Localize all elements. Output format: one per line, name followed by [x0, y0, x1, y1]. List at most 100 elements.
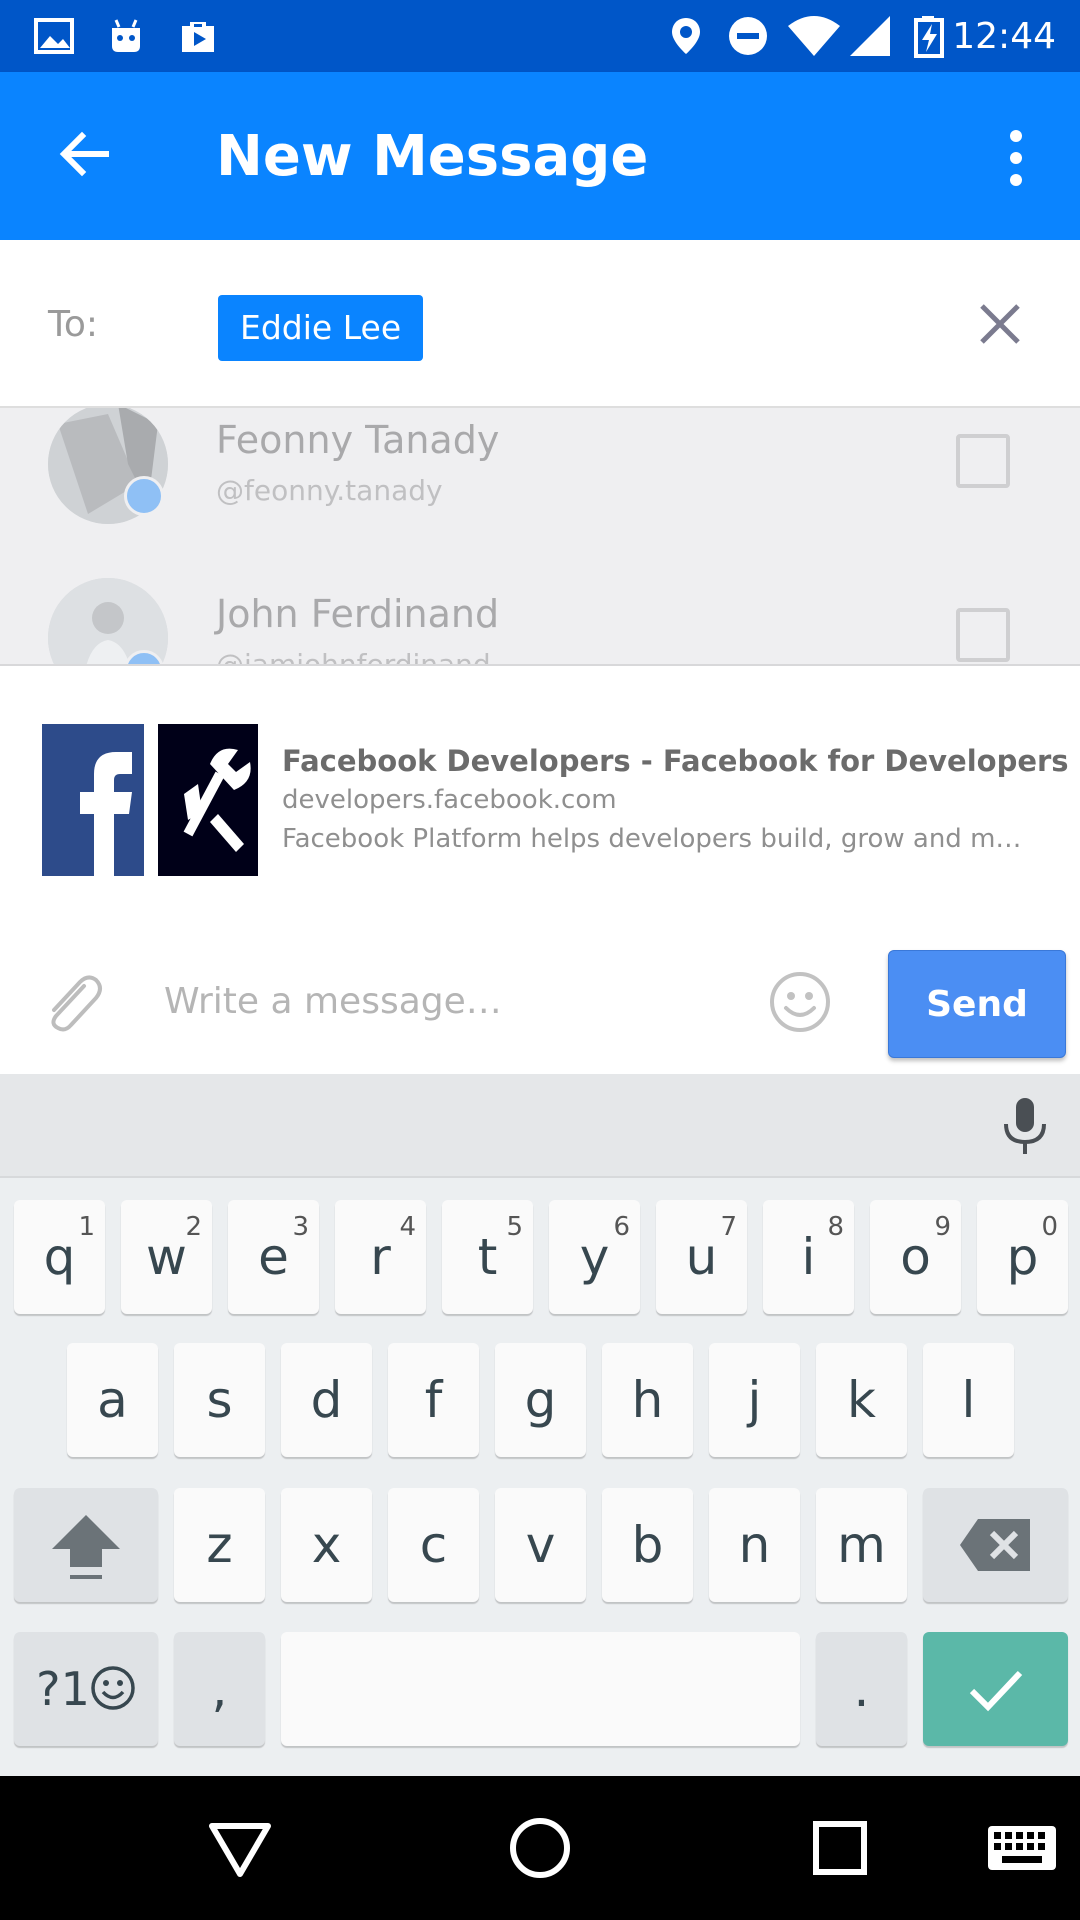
space-key[interactable] [281, 1632, 800, 1746]
key-i[interactable]: i8 [763, 1200, 854, 1314]
composer: Send [0, 916, 1080, 1074]
paperclip-icon[interactable] [38, 970, 106, 1038]
key-label: q [43, 1228, 76, 1286]
contact-item[interactable]: Feonny Tanady @feonny.tanady [0, 408, 1080, 572]
image-icon [34, 18, 74, 54]
key-q[interactable]: q1 [14, 1200, 105, 1314]
key-label: i [801, 1228, 816, 1286]
contact-name: Feonny Tanady [216, 418, 500, 462]
key-label: y [579, 1228, 610, 1286]
keyboard-suggestion-strip [0, 1074, 1080, 1178]
keyboard: q1 w2 e3 r4 t5 y6 u7 i8 o9 p0 a s d f g … [0, 1178, 1080, 1776]
key-hint: 6 [613, 1212, 630, 1242]
key-h[interactable]: h [602, 1343, 693, 1457]
key-f[interactable]: f [388, 1343, 479, 1457]
message-input[interactable] [164, 966, 724, 1036]
key-x[interactable]: x [281, 1488, 372, 1602]
send-button[interactable]: Send [888, 950, 1066, 1058]
key-s[interactable]: s [174, 1343, 265, 1457]
key-label: w [146, 1228, 187, 1286]
key-label: p [1006, 1228, 1039, 1286]
key-m[interactable]: m [816, 1488, 907, 1602]
key-n[interactable]: n [709, 1488, 800, 1602]
key-label: t [477, 1228, 498, 1286]
wifi-icon [788, 16, 840, 56]
link-domain: developers.facebook.com [282, 785, 617, 815]
comma-key[interactable]: , [174, 1632, 265, 1746]
key-w[interactable]: w2 [121, 1200, 212, 1314]
key-label: u [685, 1228, 718, 1286]
key-e[interactable]: e3 [228, 1200, 319, 1314]
key-hint: 2 [185, 1212, 202, 1242]
messenger-badge-icon [124, 476, 164, 516]
microphone-icon[interactable] [1000, 1096, 1050, 1158]
home-circle-icon[interactable] [504, 1812, 576, 1884]
done-key[interactable] [923, 1632, 1068, 1746]
contact-checkbox[interactable] [956, 434, 1010, 488]
key-z[interactable]: z [174, 1488, 265, 1602]
app-bar: New Message [0, 72, 1080, 240]
shift-key[interactable] [14, 1488, 158, 1602]
recents-square-icon[interactable] [804, 1812, 876, 1884]
key-d[interactable]: d [281, 1343, 372, 1457]
key-u[interactable]: u7 [656, 1200, 747, 1314]
more-vert-icon[interactable] [992, 128, 1040, 188]
key-y[interactable]: y6 [549, 1200, 640, 1314]
contact-list: Feonny Tanady @feonny.tanady John Ferdin… [0, 408, 1080, 666]
symbols-key[interactable]: ?1 [14, 1632, 158, 1746]
key-a[interactable]: a [67, 1343, 158, 1457]
signal-icon [850, 16, 890, 56]
navigation-bar [0, 1776, 1080, 1920]
contact-name: John Ferdinand [216, 592, 500, 636]
key-label: r [370, 1228, 391, 1286]
recipient-chip[interactable]: Eddie Lee [218, 295, 424, 361]
android-icon [112, 19, 140, 52]
key-l[interactable]: l [923, 1343, 1014, 1457]
key-v[interactable]: v [495, 1488, 586, 1602]
symbols-label: ?1 [36, 1662, 90, 1716]
play-store-icon [182, 22, 214, 52]
smiley-icon[interactable] [768, 970, 832, 1034]
shift-icon [52, 1515, 120, 1579]
key-j[interactable]: j [709, 1343, 800, 1457]
status-bar: 12:44 [0, 0, 1080, 72]
key-hint: 3 [292, 1212, 309, 1242]
key-b[interactable]: b [602, 1488, 693, 1602]
emoji-icon [91, 1666, 135, 1710]
link-preview[interactable]: Facebook Developers - Facebook for Devel… [0, 666, 1080, 916]
key-o[interactable]: o9 [870, 1200, 961, 1314]
key-k[interactable]: k [816, 1343, 907, 1457]
key-label: o [900, 1228, 931, 1286]
link-title: Facebook Developers - Facebook for Devel… [282, 744, 1069, 778]
do-not-disturb-icon [729, 17, 767, 55]
key-hint: 4 [399, 1212, 416, 1242]
key-c[interactable]: c [388, 1488, 479, 1602]
period-key[interactable]: . [816, 1632, 907, 1746]
contact-checkbox[interactable] [956, 608, 1010, 662]
key-hint: 8 [827, 1212, 844, 1242]
key-p[interactable]: p0 [977, 1200, 1068, 1314]
keyboard-icon[interactable] [984, 1812, 1060, 1884]
key-hint: 5 [506, 1212, 523, 1242]
recipient-row: To: Eddie Lee [0, 240, 1080, 408]
backspace-icon [959, 1519, 1030, 1571]
close-icon[interactable] [976, 300, 1024, 348]
key-r[interactable]: r4 [335, 1200, 426, 1314]
to-label: To: [48, 304, 99, 345]
key-g[interactable]: g [495, 1343, 586, 1457]
key-hint: 7 [720, 1212, 737, 1242]
arrow-left-icon[interactable] [52, 122, 116, 186]
key-t[interactable]: t5 [442, 1200, 533, 1314]
developer-tools-icon [158, 724, 258, 876]
key-hint: 9 [934, 1212, 951, 1242]
page-title: New Message [216, 124, 649, 189]
battery-charging-icon [914, 16, 944, 58]
checkmark-icon [969, 1670, 1022, 1712]
backspace-key[interactable] [923, 1488, 1068, 1602]
location-icon [672, 18, 700, 54]
key-hint: 1 [78, 1212, 95, 1242]
back-triangle-icon[interactable] [204, 1812, 276, 1884]
contact-item[interactable]: John Ferdinand @iamjohnferdinand [0, 568, 1080, 664]
facebook-logo-icon [42, 724, 144, 876]
link-description: Facebook Platform helps developers build… [282, 824, 1022, 854]
